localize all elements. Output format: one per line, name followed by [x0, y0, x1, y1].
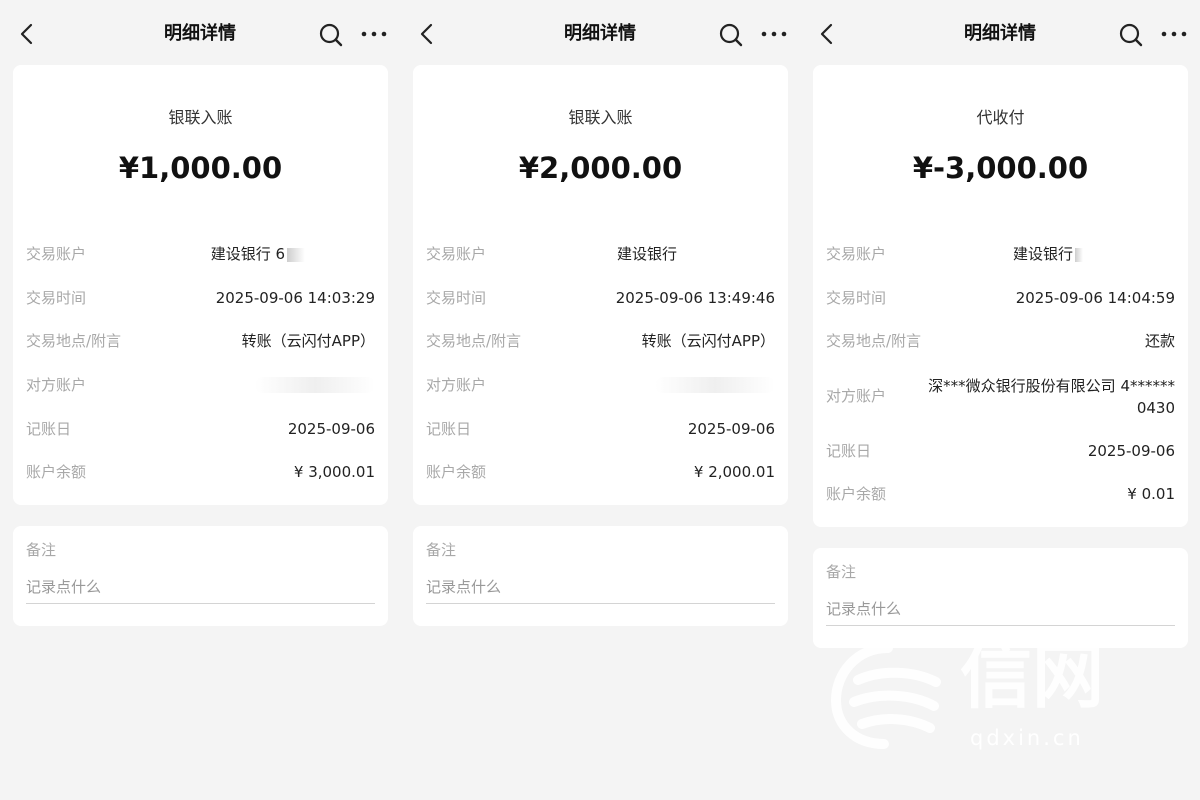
- label-account: 交易账户: [426, 245, 487, 263]
- more-dots-icon[interactable]: [760, 24, 788, 44]
- value-counterparty: 深***微众银行股份有限公司 4****** 0430: [925, 375, 1175, 419]
- value-location: 还款: [1144, 332, 1175, 350]
- transaction-amount: ¥1,000.00: [118, 151, 283, 185]
- more-dots-icon[interactable]: [360, 24, 388, 44]
- value-account: 建设银行: [616, 245, 677, 263]
- label-location: 交易地点/附言: [26, 332, 122, 350]
- transaction-type: 银联入账: [568, 108, 633, 127]
- nav-bar: 明细详情: [800, 0, 1200, 66]
- transaction-amount: ¥-3,000.00: [912, 151, 1089, 185]
- transaction-detail-card: 银联入账 ¥1,000.00 交易账户 建设银行 6 交易时间 2025-09-…: [13, 65, 388, 505]
- search-icon[interactable]: [718, 22, 744, 48]
- value-account-text: 建设银行 6: [210, 245, 285, 263]
- value-time: 2025-09-06 14:03:29: [215, 289, 375, 307]
- value-time: 2025-09-06 13:49:46: [615, 289, 775, 307]
- label-balance: 账户余额: [26, 463, 87, 481]
- label-location: 交易地点/附言: [426, 332, 522, 350]
- search-icon[interactable]: [318, 22, 344, 48]
- value-balance: ¥ 2,000.01: [693, 463, 775, 481]
- note-label: 备注: [426, 541, 457, 559]
- value-posting-date: 2025-09-06: [287, 420, 375, 438]
- value-counterparty-line2: 0430: [1136, 399, 1175, 417]
- note-label: 备注: [826, 563, 857, 581]
- label-posting-date: 记账日: [826, 442, 872, 460]
- note-input[interactable]: [426, 570, 775, 604]
- value-counterparty-redacted: [655, 377, 775, 393]
- label-posting-date: 记账日: [26, 420, 72, 438]
- transaction-detail-card: 银联入账 ¥2,000.00 交易账户 建设银行 交易时间 2025-09-06…: [413, 65, 788, 505]
- label-balance: 账户余额: [826, 485, 887, 503]
- detail-screen-1: 明细详情 银联入账 ¥1,000.00 交易账户 建设银行 6 交易时间 202…: [0, 0, 400, 800]
- value-location: 转账（云闪付APP）: [241, 332, 375, 350]
- watermark-chars: 信网: [960, 634, 1105, 718]
- redaction-fade: [287, 247, 305, 262]
- note-label: 备注: [26, 541, 57, 559]
- note-card: 备注: [813, 548, 1188, 648]
- label-account: 交易账户: [826, 245, 887, 263]
- label-time: 交易时间: [426, 289, 487, 307]
- watermark-site: qdxin.cn: [970, 726, 1084, 750]
- note-input[interactable]: [26, 570, 375, 604]
- label-account: 交易账户: [26, 245, 87, 263]
- note-input[interactable]: [826, 592, 1175, 626]
- value-balance: ¥ 0.01: [1127, 485, 1175, 503]
- value-account: 建设银行 6: [211, 244, 305, 264]
- nav-bar: 明细详情: [400, 0, 800, 66]
- note-card: 备注: [413, 526, 788, 626]
- watermark-logo-icon: [830, 643, 941, 749]
- label-counterparty: 对方账户: [426, 376, 487, 394]
- nav-bar: 明细详情: [0, 0, 400, 66]
- value-balance: ¥ 3,000.01: [293, 463, 375, 481]
- detail-screen-2: 明细详情 银联入账 ¥2,000.00 交易账户 建设银行 交易时间 2025-…: [400, 0, 800, 800]
- label-time: 交易时间: [826, 289, 887, 307]
- label-posting-date: 记账日: [426, 420, 472, 438]
- value-posting-date: 2025-09-06: [1087, 442, 1175, 460]
- label-time: 交易时间: [26, 289, 87, 307]
- transaction-detail-card: 代收付 ¥-3,000.00 交易账户 建设银行 交易时间 2025-09-06…: [813, 65, 1188, 527]
- transaction-type: 银联入账: [168, 108, 233, 127]
- value-account-text: 建设银行: [1012, 245, 1073, 263]
- value-account: 建设银行: [1013, 244, 1083, 264]
- search-icon[interactable]: [1118, 22, 1144, 48]
- transaction-amount: ¥2,000.00: [518, 151, 683, 185]
- label-location: 交易地点/附言: [826, 332, 922, 350]
- redaction-fade: [1075, 247, 1083, 262]
- value-counterparty-line1: 深***微众银行股份有限公司 4******: [928, 377, 1175, 395]
- value-time: 2025-09-06 14:04:59: [1015, 289, 1175, 307]
- label-balance: 账户余额: [426, 463, 487, 481]
- more-dots-icon[interactable]: [1160, 24, 1188, 44]
- transaction-type: 代收付: [976, 108, 1025, 127]
- value-counterparty-redacted: [255, 377, 375, 393]
- value-posting-date: 2025-09-06: [687, 420, 775, 438]
- note-card: 备注: [13, 526, 388, 626]
- value-location: 转账（云闪付APP）: [641, 332, 775, 350]
- label-counterparty: 对方账户: [26, 376, 87, 394]
- label-counterparty: 对方账户: [826, 387, 887, 405]
